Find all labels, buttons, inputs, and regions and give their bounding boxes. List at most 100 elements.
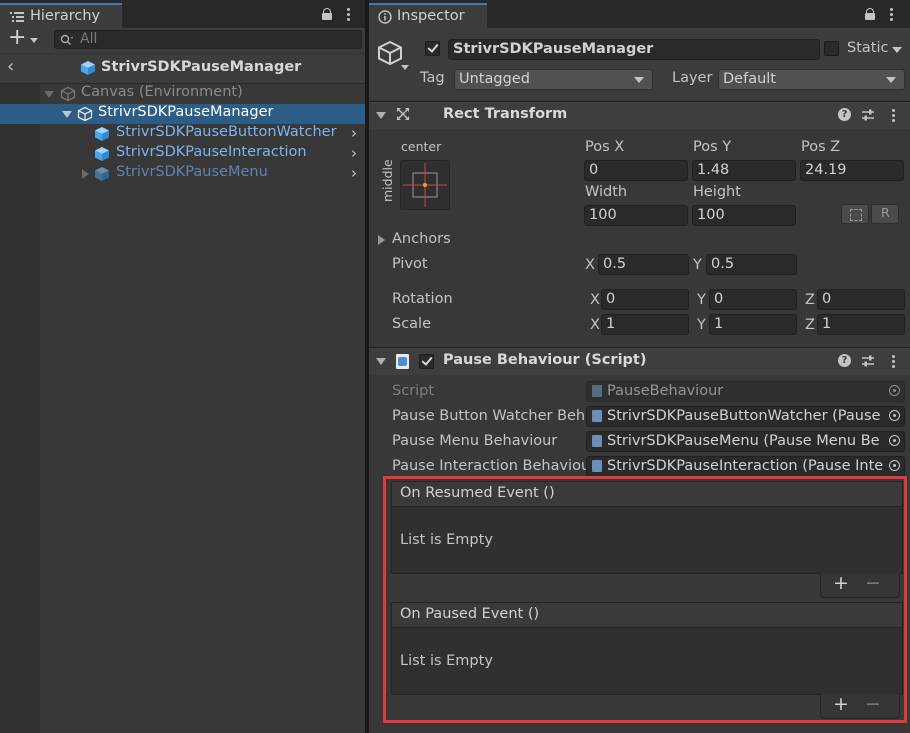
anchors-expand-arrow-icon[interactable] bbox=[378, 235, 385, 245]
tab-inspector[interactable]: Inspector bbox=[369, 3, 487, 28]
help-icon[interactable]: ? bbox=[838, 354, 851, 367]
pos-x-field[interactable]: 0 bbox=[584, 160, 688, 181]
collapse-arrow-icon[interactable] bbox=[376, 112, 386, 119]
chevron-right-icon[interactable]: › bbox=[351, 124, 357, 142]
object-picker-icon bbox=[889, 385, 900, 396]
interaction-label: Pause Interaction Behaviou bbox=[392, 458, 587, 474]
interaction-value: StrivrSDKPauseInteraction (Pause Inte bbox=[607, 458, 884, 474]
static-label: Static bbox=[847, 40, 889, 56]
script-label: Script bbox=[392, 383, 435, 399]
pos-x-value: 0 bbox=[589, 162, 599, 178]
hierarchy-tree: Canvas (Environment) StrivrSDKPauseManag… bbox=[0, 84, 365, 733]
anchor-v-label: middle bbox=[380, 159, 395, 202]
more-options-icon[interactable] bbox=[890, 8, 894, 23]
static-checkbox[interactable] bbox=[824, 41, 839, 56]
presets-sliders-icon[interactable] bbox=[861, 354, 875, 368]
menu-field[interactable]: StrivrSDKPauseMenu (Pause Menu Be bbox=[586, 431, 905, 452]
static-dropdown-caret-icon[interactable] bbox=[892, 47, 902, 53]
lock-icon[interactable] bbox=[865, 8, 875, 20]
scene-header: ‹ StrivrSDKPauseManager bbox=[0, 55, 365, 84]
collapsed-arrow-icon[interactable] bbox=[82, 169, 89, 179]
scene-title: StrivrSDKPauseManager bbox=[101, 59, 302, 75]
object-picker-icon[interactable] bbox=[889, 435, 900, 446]
prefab-cube-icon bbox=[95, 147, 109, 161]
layer-value: Default bbox=[723, 71, 776, 87]
expand-arrow-icon[interactable] bbox=[44, 91, 54, 98]
tree-item-canvas[interactable]: Canvas (Environment) bbox=[40, 84, 365, 104]
component-more-icon[interactable] bbox=[892, 355, 896, 370]
chevron-right-icon[interactable]: › bbox=[351, 164, 357, 182]
gameobject-cube-icon[interactable] bbox=[376, 39, 404, 67]
height-value: 100 bbox=[697, 207, 725, 223]
component-enabled-checkbox[interactable] bbox=[419, 354, 434, 369]
hierarchy-gutter bbox=[0, 84, 40, 733]
watcher-field[interactable]: StrivrSDKPauseButtonWatcher (Pause bbox=[586, 406, 905, 427]
pause-behaviour-header[interactable]: Pause Behaviour (Script) ? bbox=[369, 347, 910, 375]
pos-y-field[interactable]: 1.48 bbox=[692, 160, 796, 181]
scale-x-field[interactable]: 1 bbox=[601, 314, 689, 335]
pivot-x-axis: X bbox=[585, 257, 595, 273]
inspector-tabbar: Inspector bbox=[369, 0, 910, 28]
chevron-right-icon[interactable]: › bbox=[351, 144, 357, 162]
active-checkbox[interactable] bbox=[425, 41, 440, 56]
lock-icon[interactable] bbox=[322, 8, 332, 20]
pos-z-value: 24.19 bbox=[805, 162, 847, 178]
blueprint-mode-button[interactable] bbox=[841, 204, 869, 224]
pivot-x-value: 0.5 bbox=[603, 256, 627, 272]
pos-y-value: 1.48 bbox=[697, 162, 730, 178]
search-input[interactable]: All bbox=[54, 30, 362, 49]
hierarchy-panel: Hierarchy + All ‹ StrivrSDKPauseManager bbox=[0, 0, 365, 733]
tree-item-menu[interactable]: StrivrSDKPauseMenu › bbox=[40, 164, 365, 184]
pos-z-field[interactable]: 24.19 bbox=[800, 160, 904, 181]
rotation-z-field[interactable]: 0 bbox=[817, 289, 905, 310]
tree-item-buttonwatcher[interactable]: StrivrSDKPauseButtonWatcher › bbox=[40, 124, 365, 144]
interaction-field[interactable]: StrivrSDKPauseInteraction (Pause Inte bbox=[586, 456, 905, 477]
tree-item-interaction[interactable]: StrivrSDKPauseInteraction › bbox=[40, 144, 365, 164]
presets-sliders-icon[interactable] bbox=[861, 108, 875, 122]
tree-item-label: StrivrSDKPauseInteraction bbox=[116, 144, 307, 160]
layer-dropdown[interactable]: Default bbox=[718, 69, 905, 90]
scale-x-axis: X bbox=[590, 317, 600, 333]
script-field: PauseBehaviour bbox=[586, 381, 905, 402]
script-file-icon bbox=[396, 354, 409, 369]
tree-item-label: StrivrSDKPauseMenu bbox=[116, 164, 268, 180]
icon-dropdown-caret-icon[interactable] bbox=[401, 65, 409, 70]
object-picker-icon[interactable] bbox=[889, 460, 900, 471]
back-chevron-icon[interactable]: ‹ bbox=[7, 56, 14, 77]
more-options-icon[interactable] bbox=[347, 8, 351, 23]
rotation-label: Rotation bbox=[392, 291, 453, 307]
prefab-cube-icon bbox=[95, 167, 109, 181]
object-picker-icon[interactable] bbox=[889, 410, 900, 421]
rot-z-axis: Z bbox=[805, 292, 815, 308]
scale-label: Scale bbox=[392, 316, 432, 332]
search-placeholder: All bbox=[80, 31, 98, 47]
scale-z-value: 1 bbox=[822, 316, 832, 332]
script-file-icon bbox=[592, 460, 602, 472]
tree-item-pausemanager[interactable]: StrivrSDKPauseManager bbox=[0, 104, 365, 124]
rot-z-value: 0 bbox=[822, 291, 832, 307]
collapse-arrow-icon[interactable] bbox=[376, 358, 386, 365]
height-field[interactable]: 100 bbox=[692, 205, 796, 226]
anchors-label[interactable]: Anchors bbox=[392, 231, 451, 247]
raw-edit-button[interactable]: R bbox=[871, 204, 899, 224]
rotation-y-field[interactable]: 0 bbox=[709, 289, 797, 310]
pivot-x-field[interactable]: 0.5 bbox=[598, 254, 689, 275]
width-field[interactable]: 100 bbox=[584, 205, 688, 226]
rotation-x-field[interactable]: 0 bbox=[601, 289, 689, 310]
expand-arrow-icon[interactable] bbox=[62, 111, 72, 118]
pivot-y-field[interactable]: 0.5 bbox=[706, 254, 797, 275]
tag-dropdown[interactable]: Untagged bbox=[454, 69, 653, 90]
anchor-presets-button[interactable] bbox=[400, 160, 450, 210]
component-more-icon[interactable] bbox=[892, 109, 896, 124]
object-name-field[interactable]: StrivrSDKPauseManager bbox=[448, 39, 820, 60]
scale-z-field[interactable]: 1 bbox=[817, 314, 905, 335]
menu-value: StrivrSDKPauseMenu (Pause Menu Be bbox=[607, 433, 880, 449]
add-dropdown-caret-icon[interactable] bbox=[30, 38, 38, 43]
width-label: Width bbox=[585, 184, 628, 200]
scale-y-field[interactable]: 1 bbox=[709, 314, 797, 335]
help-icon[interactable]: ? bbox=[838, 108, 851, 121]
blueprint-icon bbox=[850, 209, 862, 221]
rect-transform-header[interactable]: Rect Transform ? bbox=[369, 101, 910, 129]
add-icon[interactable]: + bbox=[8, 25, 26, 50]
scale-z-axis: Z bbox=[805, 317, 815, 333]
